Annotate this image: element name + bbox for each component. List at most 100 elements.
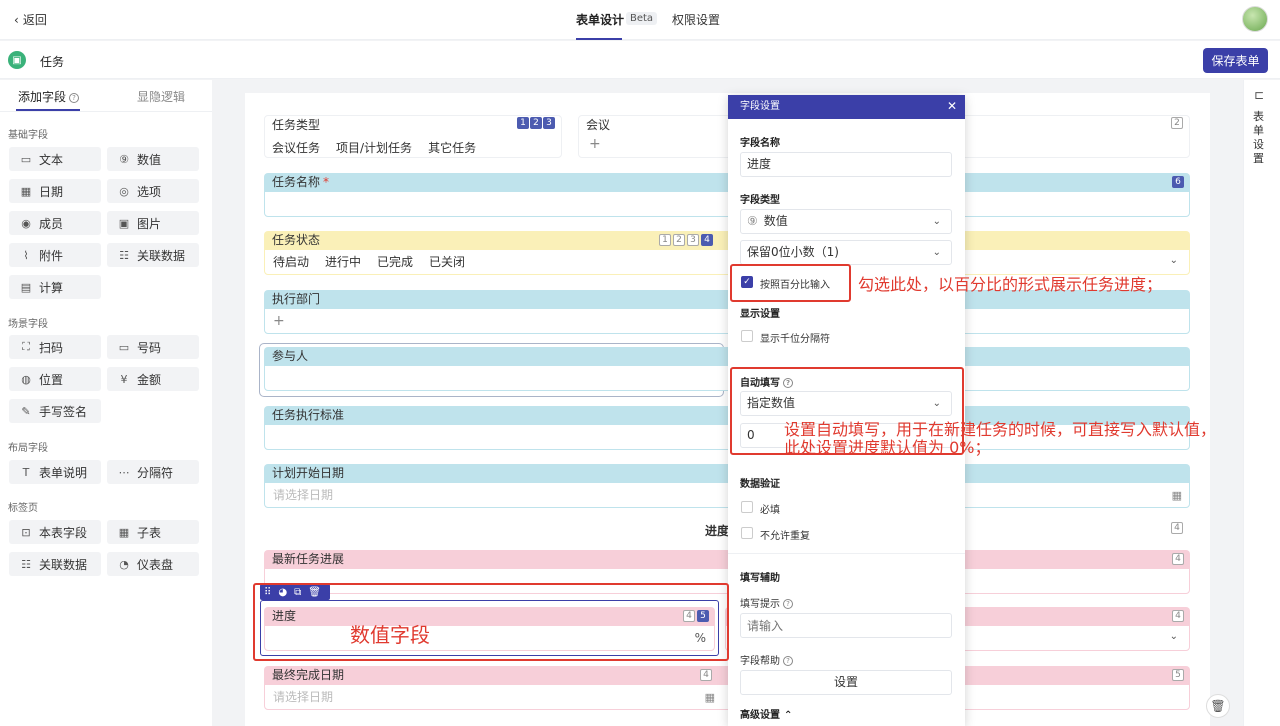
section-tabs: 标签页 — [8, 503, 38, 514]
field-scan-button[interactable]: ⛶ 扫码 — [9, 335, 101, 359]
field-location-button[interactable]: ◍ 位置 — [9, 367, 101, 391]
option[interactable]: 已关闭 — [429, 250, 465, 274]
field-task-status[interactable]: 任务状态 待启动 进行中 已完成 已关闭 1 2 3 4 ⌄ — [264, 231, 1190, 275]
annotation-box-percent — [730, 264, 851, 302]
field-calc-button[interactable]: ▤ 计算 — [9, 275, 101, 299]
divider-icon: ⋯ — [118, 465, 130, 479]
badge: 4 — [1172, 553, 1184, 565]
number-icon: ⑨ — [747, 214, 758, 228]
divider — [728, 553, 965, 554]
option[interactable]: 会议任务 — [272, 139, 320, 156]
field-this-table-button[interactable]: ⊡ 本表字段 — [9, 520, 101, 544]
badge: 3 — [543, 117, 555, 129]
field-link-data-button[interactable]: ☷ 关联数据 — [107, 243, 199, 267]
field-label: 最终完成日期 — [264, 666, 1190, 684]
chevron-up-icon: ⌃ — [784, 710, 793, 721]
member-icon: ◉ — [21, 216, 31, 230]
section-basic: 基础字段 — [8, 130, 48, 141]
option[interactable]: 其它任务 — [428, 139, 476, 156]
save-form-button[interactable]: 保存表单 — [1203, 48, 1268, 73]
add-icon[interactable]: + — [589, 136, 601, 152]
help-icon: ? — [783, 599, 793, 609]
field-type-label: 字段类型 — [740, 195, 780, 206]
option[interactable]: 项目/计划任务 — [336, 139, 412, 156]
thousands-checkbox[interactable] — [741, 330, 753, 342]
field-name-input[interactable]: 进度 — [740, 152, 952, 177]
field-task-type[interactable]: 任务类型 1 2 3 会议任务 项目/计划任务 其它任务 — [264, 115, 562, 158]
section-layout: 布局字段 — [8, 443, 48, 454]
text-t-icon: T — [22, 465, 30, 479]
field-task-name[interactable]: 任务名称 * 6 — [264, 173, 1190, 217]
field-subtable-button[interactable]: ▦ 子表 — [107, 520, 199, 544]
trash-icon[interactable]: 🗑 — [1206, 694, 1230, 718]
field-label: 任务类型 — [272, 118, 321, 132]
field-participants[interactable]: 参与人 — [264, 347, 1190, 391]
link-data-icon: ☷ — [21, 557, 31, 571]
help-icon: ? — [783, 656, 793, 666]
option[interactable]: 已完成 — [377, 250, 413, 274]
app-title: 任务 — [40, 55, 65, 69]
option[interactable]: 进行中 — [325, 250, 361, 274]
badge: 1 — [517, 117, 529, 129]
assist-label: 填写辅助 — [740, 573, 780, 584]
tab-add-field[interactable]: 添加字段? — [18, 88, 80, 105]
option[interactable]: 待启动 — [273, 250, 309, 274]
tab-visibility-logic[interactable]: 显隐逻辑 — [137, 88, 185, 105]
field-name-label: 字段名称 — [740, 138, 780, 149]
unique-checkbox[interactable] — [741, 527, 753, 539]
tab-form-design[interactable]: 表单设计 — [576, 11, 624, 28]
back-button[interactable]: ‹ 返回 — [14, 11, 47, 28]
calendar-icon: ▦ — [704, 691, 715, 704]
signature-icon: ✎ — [21, 404, 31, 418]
section-title: 进度 — [705, 524, 730, 538]
right-sidebar — [1243, 80, 1280, 726]
field-money-button[interactable]: ¥ 金额 — [107, 367, 199, 391]
text-icon: ▭ — [20, 152, 32, 166]
tab-permissions[interactable]: 权限设置 — [672, 11, 720, 28]
field-option-button[interactable]: ◎ 选项 — [107, 179, 199, 203]
badge: 2 — [530, 117, 542, 129]
field-member-button[interactable]: ◉ 成员 — [9, 211, 101, 235]
field-type-select[interactable]: ⑨ 数值 ⌄ — [740, 209, 952, 234]
field-image-button[interactable]: ▣ 图片 — [107, 211, 199, 235]
field-divider-button[interactable]: ⋯ 分隔符 — [107, 460, 199, 484]
unique-label: 不允许重复 — [760, 531, 810, 542]
field-link-data-tab-button[interactable]: ☷ 关联数据 — [9, 552, 101, 576]
back-label: 返回 — [22, 13, 47, 27]
section-scene: 场景字段 — [8, 319, 48, 330]
field-date-button[interactable]: ▦ 日期 — [9, 179, 101, 203]
form-settings-tab[interactable]: 表单设置 — [1253, 110, 1267, 166]
active-tab-indicator — [576, 38, 622, 40]
link-data-icon: ☷ — [119, 248, 129, 262]
field-signature-button[interactable]: ✎ 手写签名 — [9, 399, 101, 423]
chevron-left-icon: ‹ — [14, 12, 19, 27]
badge: 4 — [1172, 610, 1184, 622]
avatar[interactable] — [1242, 6, 1268, 32]
annotation-numeric: 数值字段 — [350, 623, 430, 647]
field-department[interactable]: 执行部门 + — [264, 290, 1190, 334]
add-icon: + — [264, 308, 1190, 334]
field-dashboard-button[interactable]: ◔ 仪表盘 — [107, 552, 199, 576]
field-attachment-button[interactable]: ⌇ 附件 — [9, 243, 101, 267]
required-checkbox[interactable] — [741, 501, 753, 513]
field-final-date[interactable]: 最终完成日期 请选择日期 4 5 ▦ — [264, 666, 1190, 710]
collapse-panel-icon[interactable]: ⊏ — [1254, 88, 1264, 102]
decimal-select[interactable]: 保留0位小数（1) ⌄ — [740, 240, 952, 265]
field-number-button[interactable]: ⑨ 数值 — [107, 147, 199, 171]
badge: 4 — [700, 669, 712, 681]
validation-label: 数据验证 — [740, 479, 780, 490]
field-description-button[interactable]: T 表单说明 — [9, 460, 101, 484]
beta-badge: Beta — [626, 12, 658, 25]
hint-input[interactable] — [740, 613, 952, 638]
advanced-label[interactable]: 高级设置 ⌃ — [740, 706, 792, 721]
help-set-button[interactable]: 设置 — [740, 670, 952, 695]
calendar-icon: ▦ — [1171, 489, 1182, 502]
field-serial-button[interactable]: ▭ 号码 — [107, 335, 199, 359]
badge: 4 — [701, 234, 713, 246]
location-icon: ◍ — [21, 372, 31, 386]
help-label: 字段帮助? — [740, 652, 793, 667]
close-icon[interactable]: ✕ — [947, 99, 957, 113]
field-text-button[interactable]: ▭ 文本 — [9, 147, 101, 171]
field-plan-start[interactable]: 计划开始日期 请选择日期 ▦ ▦ — [264, 464, 1190, 508]
chevron-down-icon: ⌄ — [932, 216, 941, 227]
